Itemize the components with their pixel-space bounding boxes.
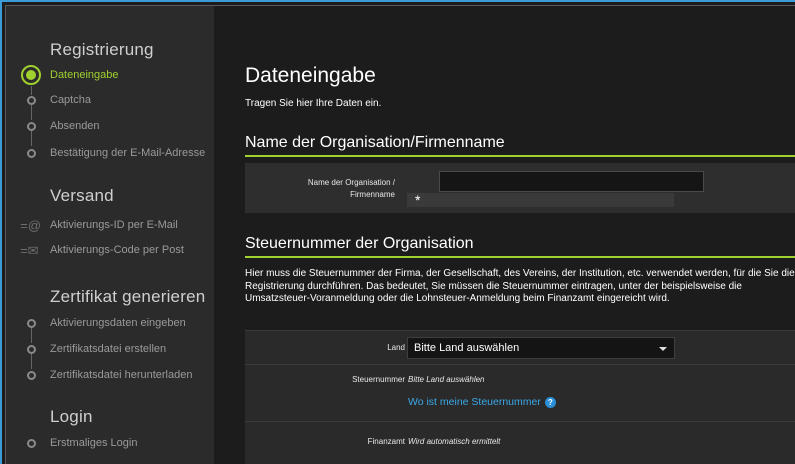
sidebar-item-captcha[interactable]: Captcha [6,92,214,110]
sidebar-item-label: Dateneingabe [50,69,119,81]
section-divider [245,155,795,157]
org-name-panel: Name der Organisation / Firmenname * [245,163,795,213]
intro-text: Tragen Sie hier Ihre Daten ein. [245,98,382,109]
required-bar [407,193,674,207]
section-title-versand: Versand [50,186,114,205]
step-connector [31,131,32,146]
tax-description: Hier muss die Steuernummer der Firma, de… [245,268,795,304]
sidebar-item-label: Bestätigung der E-Mail-Adresse [50,147,206,159]
sidebar-item-zertifikat-herunterladen[interactable]: Zertifikatsdatei herunterladen [6,367,214,385]
sidebar-item-label: Erstmaliges Login [50,437,138,449]
steuernummer-row: Steuernummer Bitte Land auswählen Wo ist… [245,364,795,421]
sidebar-item-label: Zertifikatsdatei herunterladen [50,369,193,381]
sidebar-item-label: Absenden [50,120,100,132]
sidebar-item-absenden[interactable]: Absenden [6,118,214,136]
at-icon: =@ [20,218,41,233]
step-dot-icon [27,319,36,328]
chevron-down-icon [659,347,667,351]
step-dot-icon [27,122,36,131]
sidebar-item-label: Aktivierungsdaten eingeben [50,317,186,329]
active-step-icon [21,65,41,85]
org-name-label: Name der Organisation / Firmenname [245,177,395,201]
sidebar-item-label: Captcha [50,94,91,106]
land-select[interactable]: Bitte Land auswählen [407,337,675,359]
finanzamt-row: Finanzamt Wird automatisch ermittelt [245,421,795,464]
step-dot-icon [27,149,36,158]
main-content: Dateneingabe Tragen Sie hier Ihre Daten … [214,6,795,464]
step-dot-icon [27,439,36,448]
section-title-login: Login [50,407,93,426]
org-section-heading: Name der Organisation/Firmenname [245,134,505,151]
sidebar-item-zertifikat-erstellen[interactable]: Zertifikatsdatei erstellen [6,341,214,359]
sidebar-item-label: Zertifikatsdatei erstellen [50,343,167,355]
org-name-label-line1: Name der Organisation / [307,178,395,187]
section-title-registrierung: Registrierung [50,40,154,59]
steuernummer-hint: Bitte Land auswählen [408,375,485,384]
sidebar-item-label: Aktivierungs-Code per Post [50,244,184,256]
step-dot-icon [27,96,36,105]
finanzamt-label: Finanzamt [367,437,405,446]
section-divider [245,256,795,258]
sidebar-item-bestaetigung[interactable]: Bestätigung der E-Mail-Adresse [6,145,214,163]
org-name-input[interactable] [439,171,704,192]
tax-section-heading: Steuernummer der Organisation [245,235,474,252]
land-row: Land Bitte Land auswählen [245,330,795,364]
steuernummer-label: Steuernummer [352,375,405,384]
sidebar-item-aktivierungs-code[interactable]: =✉ Aktivierungs-Code per Post [6,242,214,260]
page-title: Dateneingabe [245,64,376,87]
sidebar-item-dateneingabe[interactable]: Dateneingabe [6,65,214,85]
help-link-text: Wo ist meine Steuernummer [408,396,541,408]
sidebar-item-aktivierungs-id[interactable]: =@ Aktivierungs-ID per E-Mail [6,217,214,235]
sidebar-item-label: Aktivierungs-ID per E-Mail [50,219,178,231]
sidebar-item-aktivierungsdaten[interactable]: Aktivierungsdaten eingeben [6,315,214,333]
land-label: Land [387,343,405,352]
land-select-value: Bitte Land auswählen [414,342,520,354]
sidebar-item-erstmaliges-login[interactable]: Erstmaliges Login [6,435,214,453]
section-title-zertifikat: Zertifikat generieren [50,287,206,306]
step-dot-icon [27,371,36,380]
envelope-icon: =✉ [20,243,39,258]
sidebar-nav: Registrierung Dateneingabe Captcha Absen… [6,6,214,464]
finanzamt-value: Wird automatisch ermittelt [408,437,501,446]
help-link[interactable]: Wo ist meine Steuernummer? [408,396,556,408]
help-icon[interactable]: ? [544,396,556,408]
org-name-label-line2: Firmenname [350,190,395,199]
step-dot-icon [27,345,36,354]
required-star-icon: * [415,192,421,208]
